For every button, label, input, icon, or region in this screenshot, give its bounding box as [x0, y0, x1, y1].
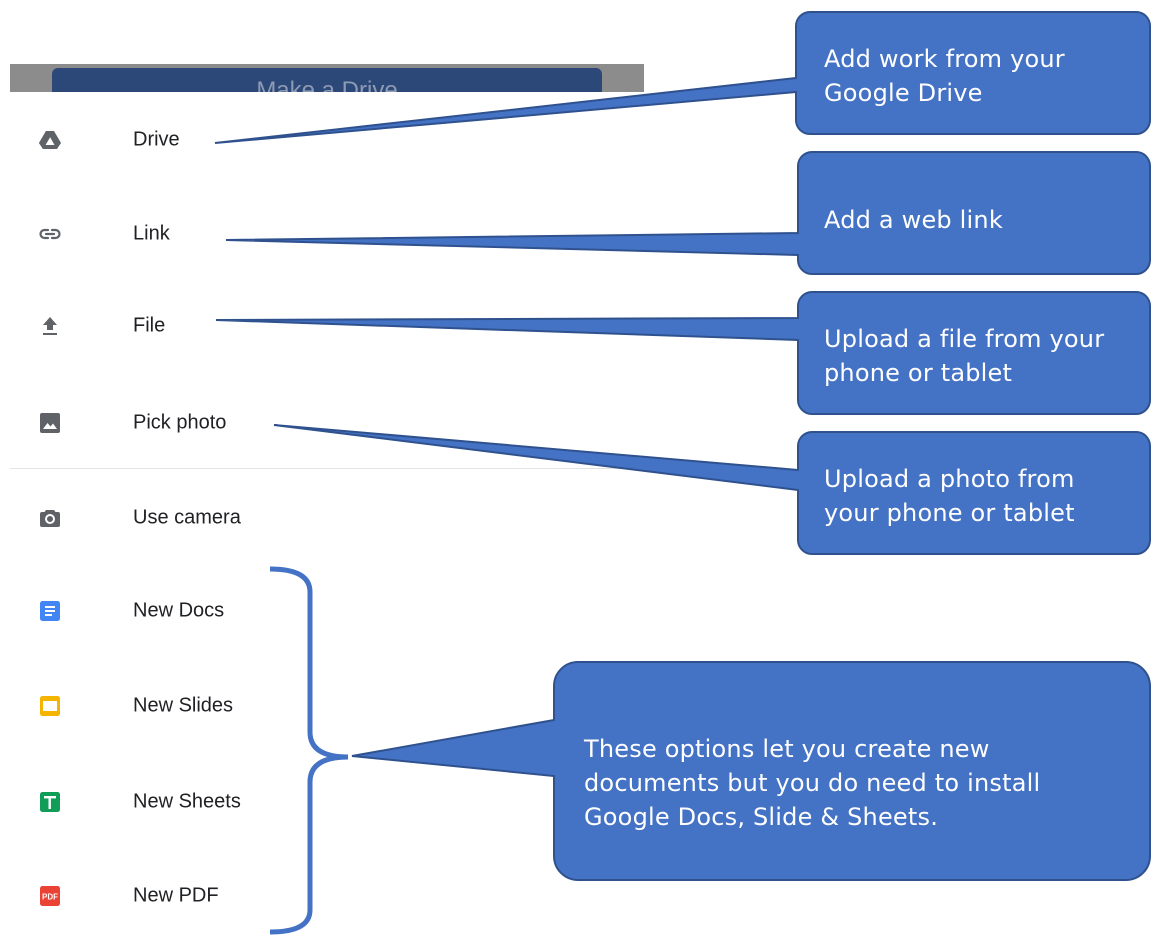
docs-icon: [40, 601, 60, 621]
upload-icon: [43, 317, 57, 335]
callout-drive-text: Add work from your Google Drive: [824, 45, 1065, 107]
menu-item-use-camera[interactable]: Use camera: [0, 488, 700, 548]
menu-item-new-pdf[interactable]: PDF New PDF: [0, 866, 700, 926]
top-action-button-label: Make a Drive: [256, 77, 398, 92]
photo-icon: [40, 413, 60, 433]
menu-item-label: Pick photo: [133, 411, 227, 434]
menu-item-label: New Docs: [133, 599, 225, 622]
link-icon: [39, 228, 61, 240]
menu-item-new-slides[interactable]: New Slides: [0, 676, 700, 736]
menu-item-file[interactable]: File: [0, 296, 700, 356]
callout-photo-text: Upload a photo from your phone or tablet: [824, 465, 1075, 527]
top-action-button[interactable]: Make a Drive: [52, 68, 602, 92]
top-bar: Make a Drive: [10, 64, 644, 92]
callout-link-text: Add a web link: [824, 206, 1003, 234]
pdf-icon-text: PDF: [42, 893, 58, 902]
menu-item-label: Use camera: [133, 506, 241, 529]
pdf-icon: PDF: [40, 886, 60, 906]
sheets-icon: [40, 792, 60, 812]
menu-item-label: New Sheets: [133, 790, 241, 813]
menu-divider: [10, 468, 644, 469]
menu-item-new-docs[interactable]: New Docs: [0, 581, 700, 641]
menu-item-label: New Slides: [133, 694, 234, 717]
callout-create-text: These options let you create new documen…: [584, 735, 1041, 831]
menu-item-drive[interactable]: Drive: [0, 110, 700, 170]
camera-icon: [40, 510, 60, 527]
menu-item-pick-photo[interactable]: Pick photo: [0, 393, 700, 453]
menu-item-label: New PDF: [133, 884, 219, 907]
callout-file-text: Upload a file from your phone or tablet: [824, 325, 1105, 387]
slides-icon: [40, 696, 60, 716]
menu-item-link[interactable]: Link: [0, 204, 700, 264]
menu-item-label: File: [133, 314, 166, 337]
menu-item-label: Drive: [133, 128, 180, 151]
drive-icon: [39, 131, 61, 149]
menu-item-label: Link: [133, 222, 170, 245]
